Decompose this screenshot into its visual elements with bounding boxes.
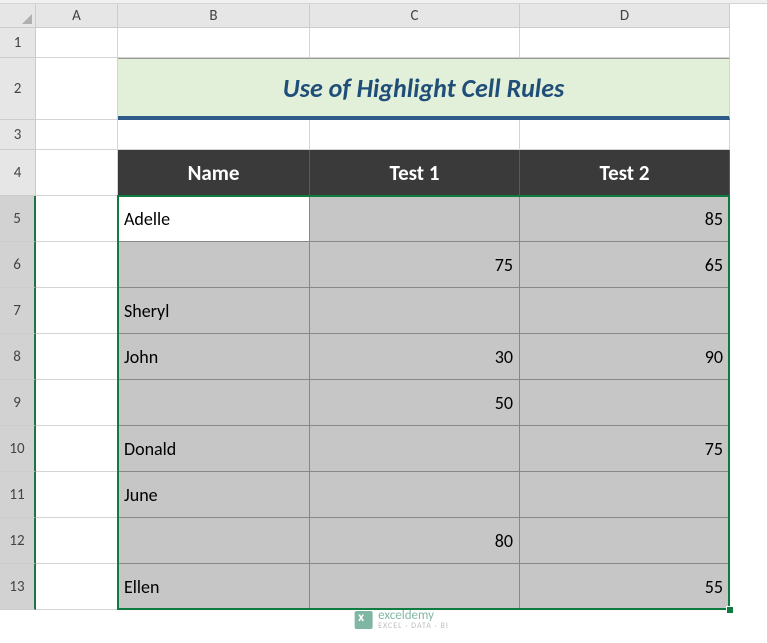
cell-d10[interactable]: 75 xyxy=(520,426,730,472)
row-header-4[interactable]: 4 xyxy=(0,150,36,196)
column-header-c[interactable]: C xyxy=(310,4,520,28)
cell-c10[interactable] xyxy=(310,426,520,472)
cell-a7[interactable] xyxy=(36,288,118,334)
title-cell[interactable]: Use of Highlight Cell Rules xyxy=(118,58,730,120)
row-headers: 1 2 3 4 5 6 7 8 9 10 11 12 13 xyxy=(0,28,36,643)
header-test2[interactable]: Test 2 xyxy=(520,150,730,196)
watermark-tagline: EXCEL · DATA · BI xyxy=(378,621,449,631)
cell-a8[interactable] xyxy=(36,334,118,380)
cell-d11[interactable] xyxy=(520,472,730,518)
cell-b12[interactable] xyxy=(118,518,310,564)
cell-d1[interactable] xyxy=(520,28,730,58)
selection-fill-handle[interactable] xyxy=(726,606,734,614)
cell-a4[interactable] xyxy=(36,150,118,196)
cell-b5[interactable]: Adelle xyxy=(118,196,310,242)
cell-b3[interactable] xyxy=(118,120,310,150)
cell-c3[interactable] xyxy=(310,120,520,150)
row-header-3[interactable]: 3 xyxy=(0,120,36,150)
column-headers-row: A B C D xyxy=(0,4,767,28)
cell-d8[interactable]: 90 xyxy=(520,334,730,380)
row-header-11[interactable]: 11 xyxy=(0,472,36,518)
select-all-corner[interactable] xyxy=(0,4,36,28)
cell-c7[interactable] xyxy=(310,288,520,334)
cell-d12[interactable] xyxy=(520,518,730,564)
cell-d5[interactable]: 85 xyxy=(520,196,730,242)
spreadsheet: A B C D 1 2 3 4 5 6 7 8 9 10 11 12 13 xyxy=(0,0,767,643)
row-header-6[interactable]: 6 xyxy=(0,242,36,288)
cell-b10[interactable]: Donald xyxy=(118,426,310,472)
watermark: exceldemy EXCEL · DATA · BI xyxy=(354,608,449,631)
row-header-10[interactable]: 10 xyxy=(0,426,36,472)
cell-c1[interactable] xyxy=(310,28,520,58)
cell-c9[interactable]: 50 xyxy=(310,380,520,426)
cell-c8[interactable]: 30 xyxy=(310,334,520,380)
cell-a2[interactable] xyxy=(36,58,118,120)
cell-b11[interactable]: June xyxy=(118,472,310,518)
row-header-7[interactable]: 7 xyxy=(0,288,36,334)
cell-b9[interactable] xyxy=(118,380,310,426)
cell-b7[interactable]: Sheryl xyxy=(118,288,310,334)
column-header-b[interactable]: B xyxy=(118,4,310,28)
cell-a12[interactable] xyxy=(36,518,118,564)
exceldemy-logo-icon xyxy=(354,611,372,629)
cell-a1[interactable] xyxy=(36,28,118,58)
cell-d7[interactable] xyxy=(520,288,730,334)
grid-body: Use of Highlight Cell Rules Name Test 1 … xyxy=(36,28,767,643)
header-name[interactable]: Name xyxy=(118,150,310,196)
row-header-1[interactable]: 1 xyxy=(0,28,36,58)
cell-a10[interactable] xyxy=(36,426,118,472)
row-header-12[interactable]: 12 xyxy=(0,518,36,564)
cell-d3[interactable] xyxy=(520,120,730,150)
cell-c5[interactable] xyxy=(310,196,520,242)
header-test1[interactable]: Test 1 xyxy=(310,150,520,196)
column-header-d[interactable]: D xyxy=(520,4,730,28)
cell-b8[interactable]: John xyxy=(118,334,310,380)
grid-container: 1 2 3 4 5 6 7 8 9 10 11 12 13 xyxy=(0,28,767,643)
cell-c13[interactable] xyxy=(310,564,520,610)
cell-a9[interactable] xyxy=(36,380,118,426)
row-header-8[interactable]: 8 xyxy=(0,334,36,380)
row-header-9[interactable]: 9 xyxy=(0,380,36,426)
cell-a11[interactable] xyxy=(36,472,118,518)
cell-a6[interactable] xyxy=(36,242,118,288)
cell-b13[interactable]: Ellen xyxy=(118,564,310,610)
row-header-5[interactable]: 5 xyxy=(0,196,36,242)
cell-c11[interactable] xyxy=(310,472,520,518)
column-header-a[interactable]: A xyxy=(36,4,118,28)
cell-b6[interactable] xyxy=(118,242,310,288)
cell-a13[interactable] xyxy=(36,564,118,610)
row-header-2[interactable]: 2 xyxy=(0,58,36,120)
row-header-13[interactable]: 13 xyxy=(0,564,36,610)
cell-a5[interactable] xyxy=(36,196,118,242)
cell-d13[interactable]: 55 xyxy=(520,564,730,610)
cell-d6[interactable]: 65 xyxy=(520,242,730,288)
cell-c6[interactable]: 75 xyxy=(310,242,520,288)
cell-b1[interactable] xyxy=(118,28,310,58)
cell-d9[interactable] xyxy=(520,380,730,426)
cell-a3[interactable] xyxy=(36,120,118,150)
cell-c12[interactable]: 80 xyxy=(310,518,520,564)
